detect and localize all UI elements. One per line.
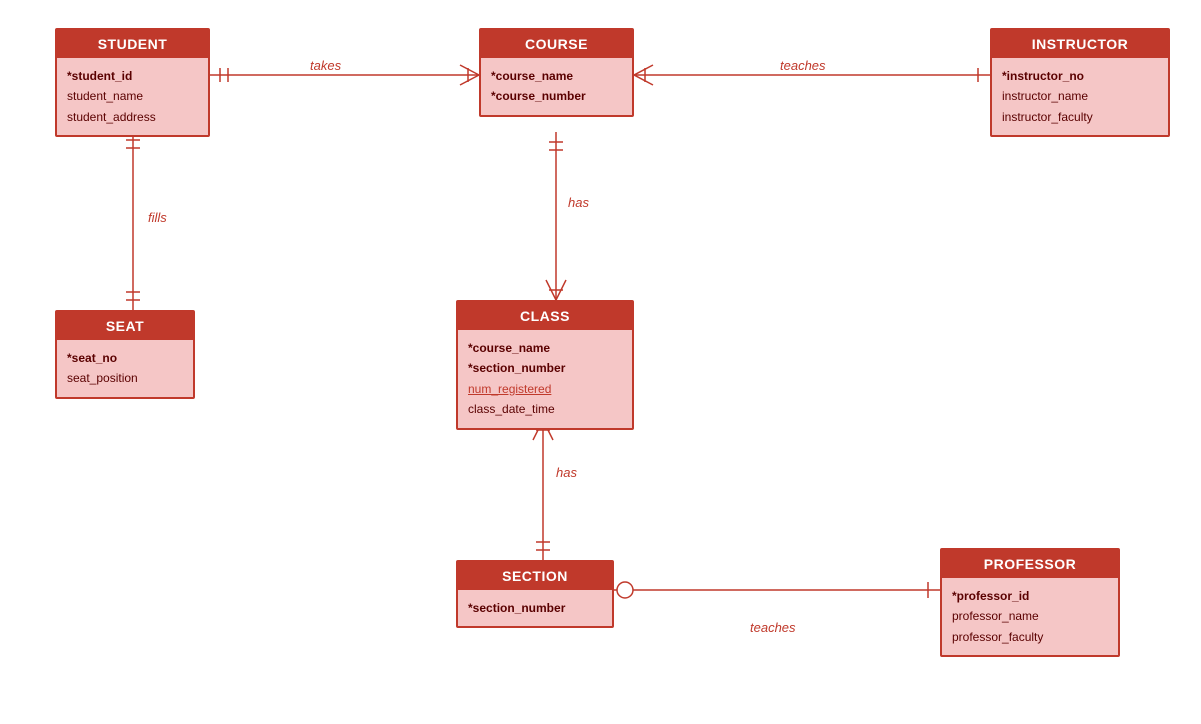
entity-professor-header: PROFESSOR [942,550,1118,578]
label-teaches-professor: teaches [750,620,796,635]
entity-professor-body: *professor_id professor_name professor_f… [942,578,1118,655]
class-field-3: class_date_time [468,399,622,419]
seat-field-1: seat_position [67,368,183,388]
professor-field-1: professor_name [952,606,1108,626]
class-field-2: num_registered [468,379,622,399]
label-has-class-section: has [556,465,577,480]
entity-seat-body: *seat_no seat_position [57,340,193,397]
entity-instructor: INSTRUCTOR *instructor_no instructor_nam… [990,28,1170,137]
diagram-container: takes teaches fills has has teaches STUD… [0,0,1201,724]
professor-field-2: professor_faculty [952,627,1108,647]
student-field-2: student_address [67,107,198,127]
entity-section: SECTION *section_number [456,560,614,628]
student-field-0: *student_id [67,66,198,86]
course-field-1: *course_number [491,86,622,106]
label-has-course-class: has [568,195,589,210]
entity-course: COURSE *course_name *course_number [479,28,634,117]
label-teaches-instructor: teaches [780,58,826,73]
instructor-field-1: instructor_name [1002,86,1158,106]
entity-seat-header: SEAT [57,312,193,340]
class-field-0: *course_name [468,338,622,358]
entity-course-body: *course_name *course_number [481,58,632,115]
professor-field-0: *professor_id [952,586,1108,606]
course-field-0: *course_name [491,66,622,86]
entity-professor: PROFESSOR *professor_id professor_name p… [940,548,1120,657]
entity-student-body: *student_id student_name student_address [57,58,208,135]
entity-instructor-body: *instructor_no instructor_name instructo… [992,58,1168,135]
student-field-1: student_name [67,86,198,106]
seat-field-0: *seat_no [67,348,183,368]
instructor-field-2: instructor_faculty [1002,107,1158,127]
entity-class-body: *course_name *section_number num_registe… [458,330,632,428]
entity-class: CLASS *course_name *section_number num_r… [456,300,634,430]
label-fills: fills [148,210,167,225]
entity-student-header: STUDENT [57,30,208,58]
section-field-0: *section_number [468,598,602,618]
entity-class-header: CLASS [458,302,632,330]
label-takes: takes [310,58,341,73]
entity-student: STUDENT *student_id student_name student… [55,28,210,137]
entity-instructor-header: INSTRUCTOR [992,30,1168,58]
entity-course-header: COURSE [481,30,632,58]
entity-section-header: SECTION [458,562,612,590]
entity-seat: SEAT *seat_no seat_position [55,310,195,399]
class-field-1: *section_number [468,358,622,378]
entity-section-body: *section_number [458,590,612,626]
instructor-field-0: *instructor_no [1002,66,1158,86]
